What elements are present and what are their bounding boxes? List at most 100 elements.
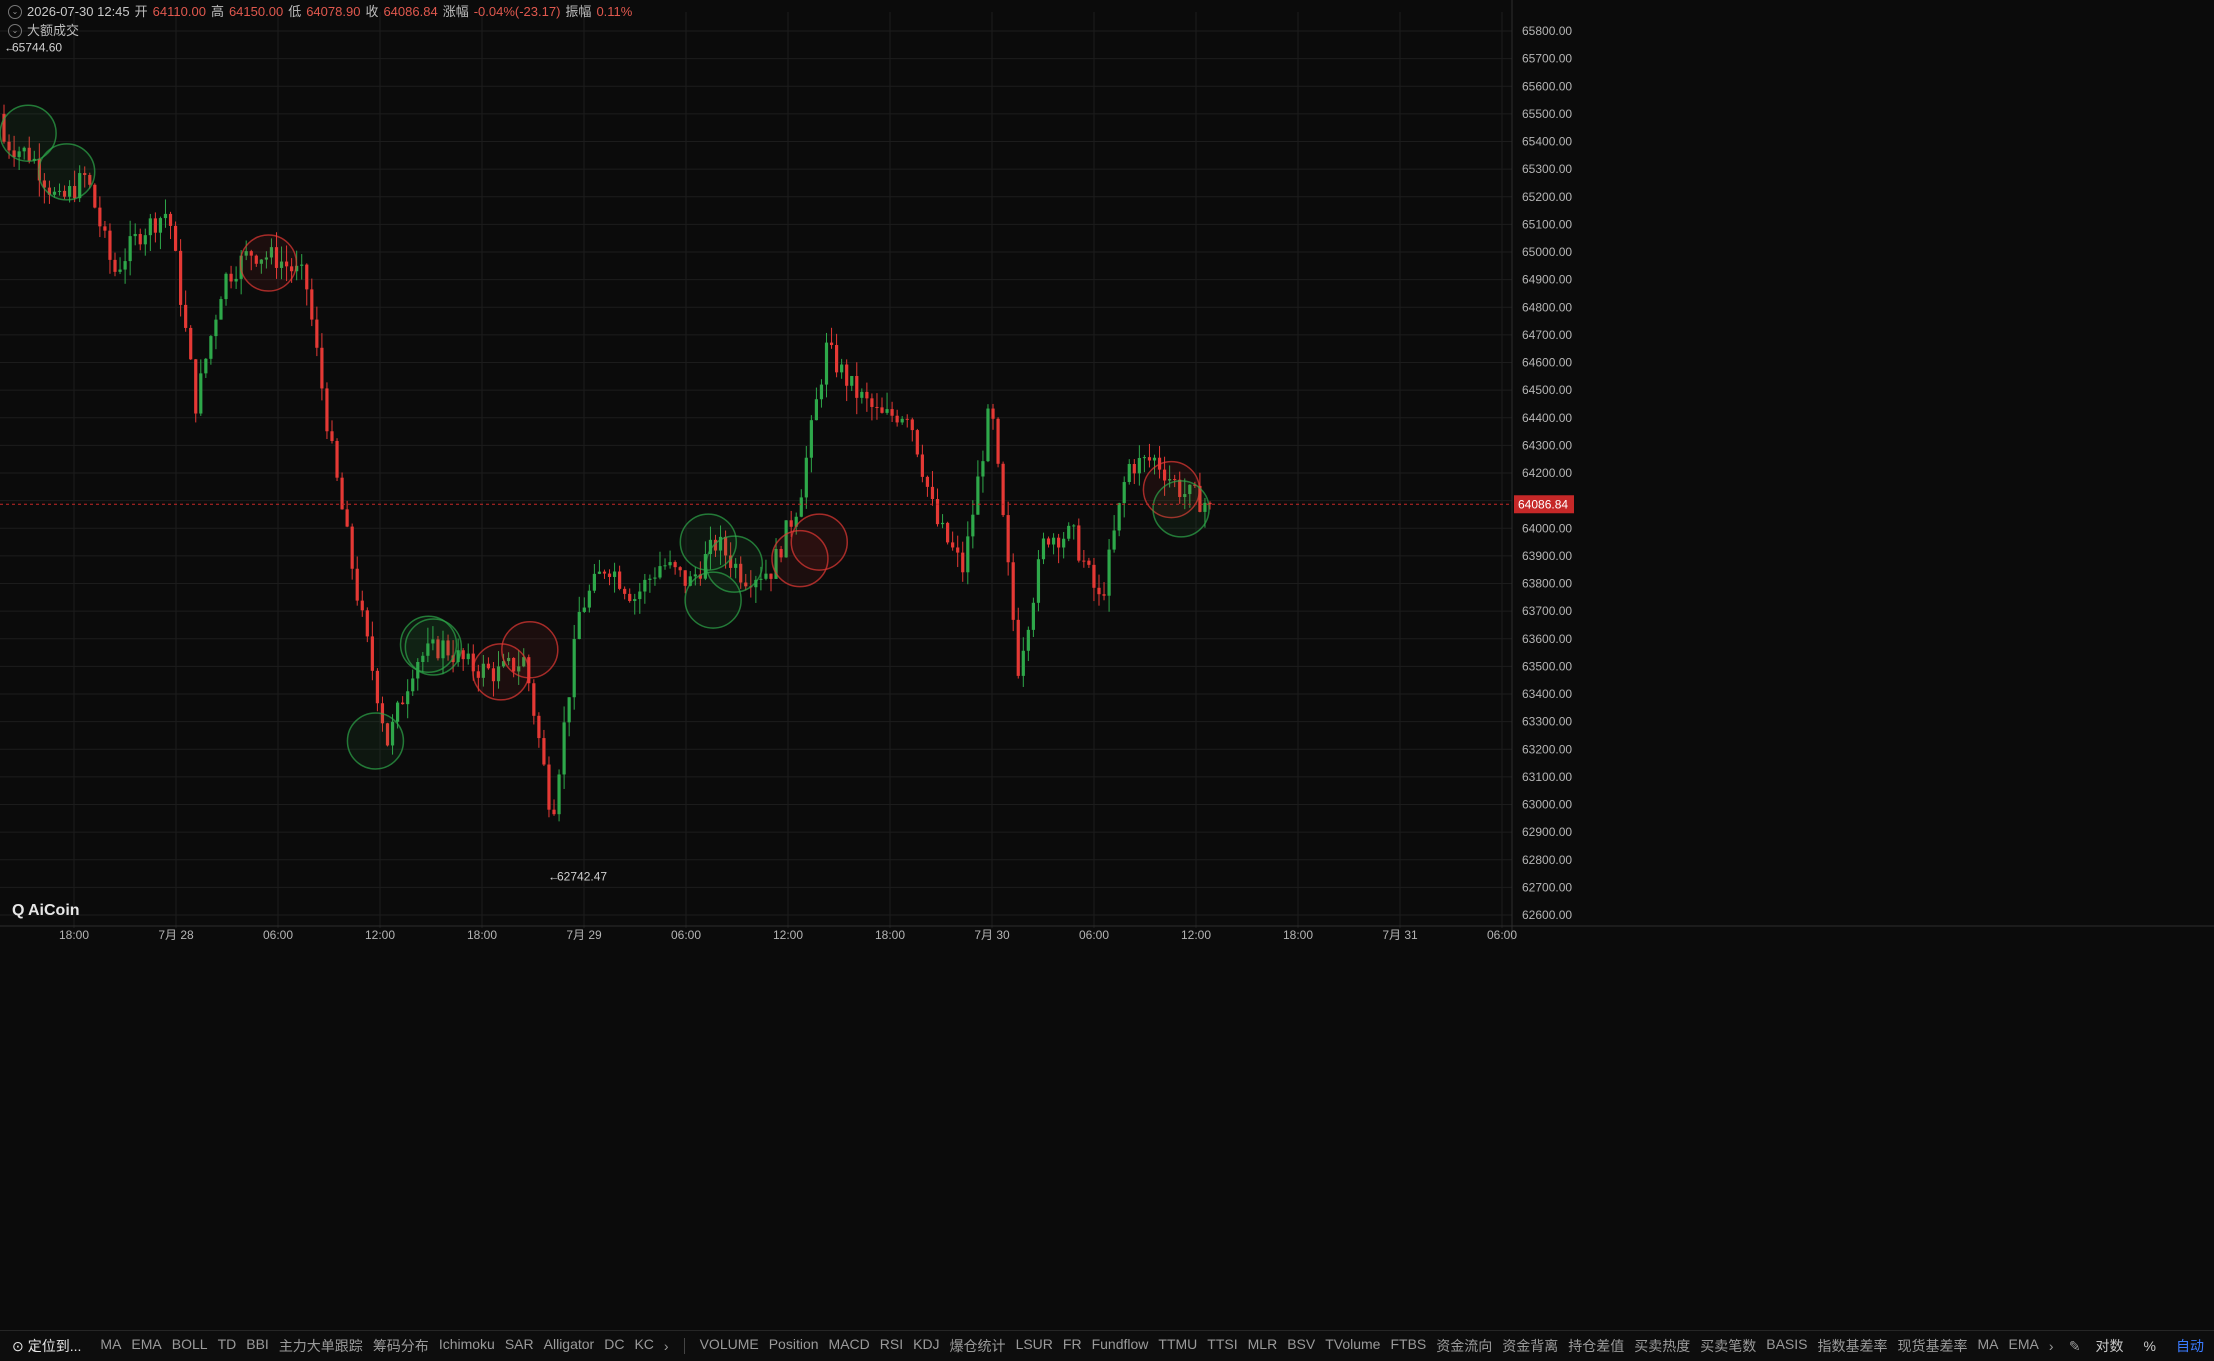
time-axis-label: 06:00 (263, 928, 293, 942)
candle-body (577, 611, 581, 640)
time-axis-label: 7月 28 (158, 928, 194, 942)
large-trade-bubble (239, 234, 298, 292)
aicoin-logo-icon: Q (12, 902, 24, 919)
candle-body (118, 269, 122, 272)
price-axis-label: 65100.00 (1522, 217, 1572, 231)
sub-indicator-button[interactable]: BASIS (1761, 1336, 1812, 1356)
price-axis-label: 64400.00 (1522, 411, 1572, 425)
candle-body (1147, 457, 1152, 461)
sub-indicator-button[interactable]: BSV (1282, 1336, 1320, 1356)
candle-body (214, 319, 218, 337)
main-indicators-more-arrow[interactable]: › (659, 1338, 674, 1354)
price-axis-label: 63400.00 (1522, 687, 1572, 701)
candle-body (673, 562, 677, 568)
sub-indicators-more-arrow[interactable]: › (2044, 1338, 2059, 1354)
time-axis-label: 12:00 (365, 928, 395, 942)
candle-body (123, 261, 127, 270)
sub-indicator-button[interactable]: TTMU (1153, 1336, 1202, 1356)
sub-indicator-button[interactable]: FTBS (1385, 1336, 1431, 1356)
candle-body (1036, 559, 1041, 603)
sub-indicator-button[interactable]: MLR (1243, 1336, 1283, 1356)
sub-indicator-button[interactable]: 买卖热度 (1629, 1336, 1695, 1356)
candle-body (991, 408, 995, 419)
price-axis-label: 65200.00 (1522, 190, 1572, 204)
candle-body (93, 184, 97, 208)
candle-body (809, 420, 813, 458)
main-indicator-button[interactable]: BBI (241, 1336, 274, 1356)
main-indicator-button[interactable]: Alligator (539, 1336, 600, 1356)
main-indicator-button[interactable]: TD (213, 1336, 242, 1356)
big-trades-toggle[interactable]: 大额成交 (27, 22, 79, 40)
time-axis-label: 7月 29 (566, 928, 602, 942)
main-indicator-button[interactable]: EMA (126, 1336, 166, 1356)
price-axis-label: 63100.00 (1522, 770, 1572, 784)
sub-indicator-button[interactable]: KDJ (908, 1336, 944, 1356)
main-indicator-button[interactable]: MA (95, 1336, 126, 1356)
sub-indicator-button[interactable]: FR (1058, 1336, 1087, 1356)
sub-indicator-button[interactable]: 指数基差率 (1813, 1336, 1893, 1356)
sub-indicator-button[interactable]: 现货基差率 (1893, 1336, 1973, 1356)
sub-indicator-button[interactable]: VOLUME (695, 1336, 764, 1356)
sub-indicator-button[interactable]: MACD (824, 1336, 875, 1356)
candle-body (971, 514, 975, 537)
candle-body (330, 431, 334, 441)
change-label: 涨幅 (442, 3, 469, 19)
sub-indicator-button[interactable]: 资金背离 (1497, 1336, 1563, 1356)
main-indicator-button[interactable]: 主力大单跟踪 (274, 1336, 368, 1356)
candle-body (638, 591, 642, 600)
sub-indicator-button[interactable]: LSUR (1011, 1336, 1058, 1356)
candle-body (194, 359, 198, 414)
locate-button[interactable]: ⊙ 定位到... (0, 1336, 95, 1356)
sub-indicator-button[interactable]: TVolume (1320, 1336, 1385, 1356)
chevron-down-icon[interactable]: ⌄ (8, 23, 22, 38)
candle-body (1011, 562, 1015, 620)
candle-body (895, 415, 899, 423)
main-indicator-button[interactable]: BOLL (167, 1336, 213, 1356)
main-indicator-button[interactable]: Ichimoku (434, 1336, 500, 1356)
percent-scale-button[interactable]: % (2134, 1338, 2166, 1354)
main-indicator-button[interactable]: KC (629, 1336, 658, 1356)
sub-indicator-button[interactable]: 持仓差值 (1563, 1336, 1629, 1356)
price-axis-label: 64200.00 (1522, 466, 1572, 480)
time-axis-label: 12:00 (773, 928, 803, 942)
main-indicator-button[interactable]: 筹码分布 (368, 1336, 434, 1356)
sub-indicator-button[interactable]: RSI (875, 1336, 908, 1356)
main-indicator-button[interactable]: DC (599, 1336, 629, 1356)
candle-body (320, 347, 324, 389)
candle-body (996, 418, 1000, 464)
sub-indicator-button[interactable]: MA (1973, 1336, 2004, 1356)
price-axis-label: 65800.00 (1522, 24, 1572, 38)
candle-body (855, 375, 859, 398)
candle-body (875, 406, 879, 408)
price-axis-label: 65500.00 (1522, 107, 1572, 121)
candle-body (693, 574, 697, 577)
log-scale-button[interactable]: 对数 (2086, 1336, 2134, 1356)
candle-body (946, 522, 950, 543)
candle-body (300, 264, 304, 266)
time-axis-label: 06:00 (671, 928, 701, 942)
sub-indicator-button[interactable]: TTSI (1202, 1336, 1242, 1356)
sub-indicator-button[interactable]: 爆仓统计 (945, 1336, 1011, 1356)
price-chart[interactable]: 65800.00 65700.00 65600.00 65500.00 65400.00… (0, 0, 2214, 1361)
sub-indicator-button[interactable]: Position (764, 1336, 824, 1356)
sub-indicator-list: VOLUME Position MACD RSI KDJ 爆仓统计 LSUR FR Fundfl… (695, 1336, 2044, 1356)
candle-body (1117, 503, 1121, 531)
candle-body (532, 683, 536, 716)
auto-scale-button[interactable]: 自动 (2166, 1336, 2214, 1356)
edit-icon[interactable]: ✎ (2064, 1338, 2086, 1355)
sub-indicator-button[interactable]: 资金流向 (1431, 1336, 1497, 1356)
chevron-down-icon[interactable]: ⌄ (8, 4, 22, 19)
candle-body (951, 542, 955, 548)
sub-indicator-button[interactable]: 买卖笔数 (1695, 1336, 1761, 1356)
candle-body (199, 373, 203, 414)
sub-indicator-button[interactable]: Fundflow (1087, 1336, 1154, 1356)
candle-body (1051, 537, 1056, 545)
candle-body (411, 678, 415, 692)
current-price-label: 64086.84 (1518, 497, 1568, 511)
main-indicator-button[interactable]: SAR (500, 1336, 539, 1356)
high-value: 64150.00 (228, 3, 284, 19)
candle-body (683, 570, 687, 586)
sub-indicator-button[interactable]: EMA (2004, 1336, 2044, 1356)
candle-body (1026, 629, 1030, 651)
candle-body (628, 593, 632, 602)
